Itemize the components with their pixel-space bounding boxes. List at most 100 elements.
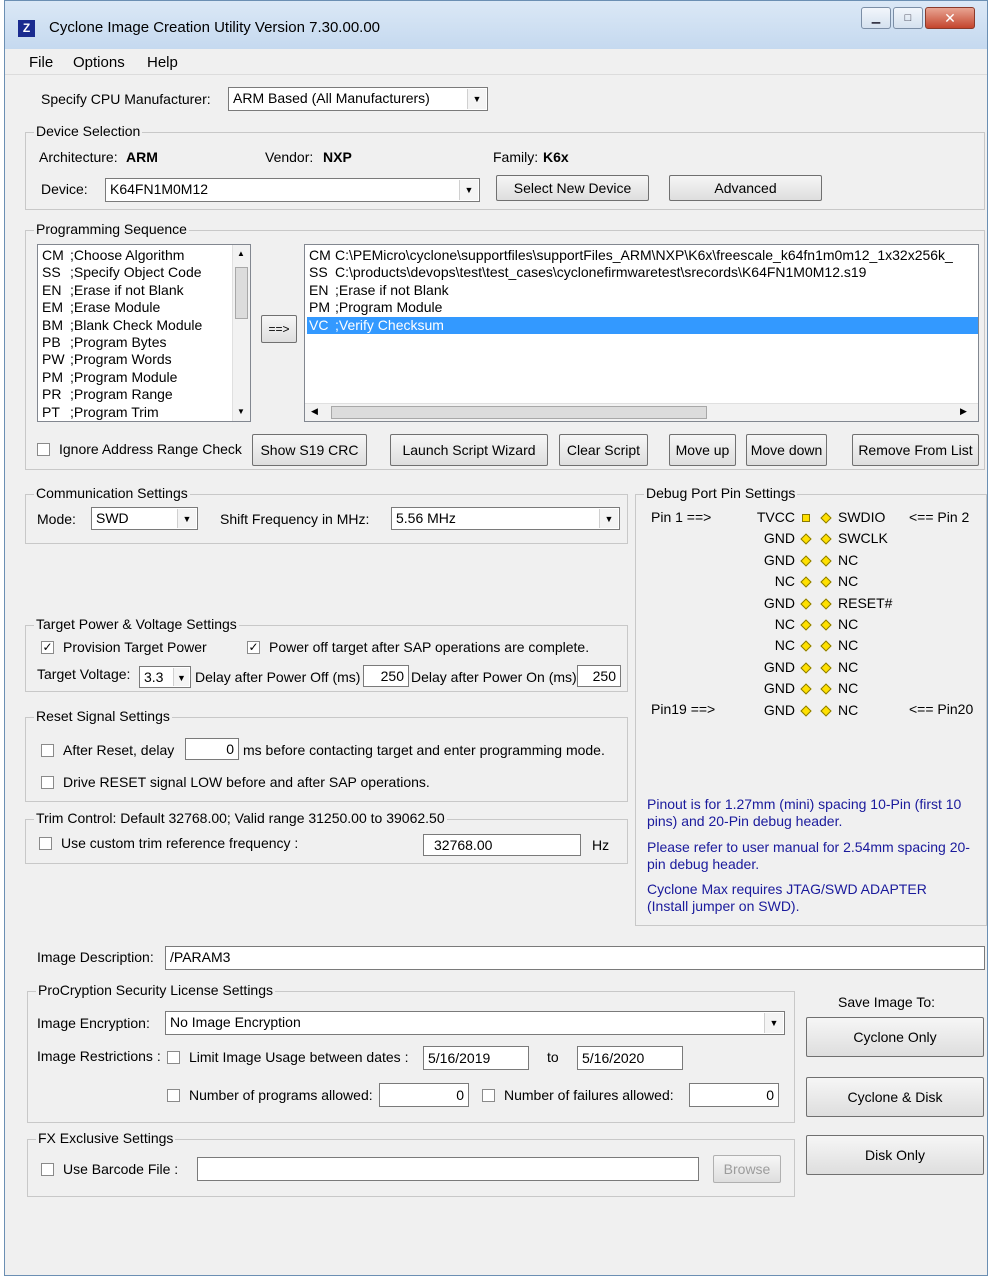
command-code: PW	[42, 351, 65, 368]
provision-power-checkbox[interactable]: ✓	[41, 641, 54, 654]
command-desc: ;Specify Object Code	[70, 264, 202, 281]
available-command-item[interactable]: EN ;Erase if not Blank	[42, 282, 184, 299]
after-reset-suffix: ms before contacting target and enter pr…	[243, 742, 605, 758]
menu-options[interactable]: Options	[73, 54, 125, 71]
user-manual-note: Please refer to user manual for 2.54mm s…	[647, 839, 970, 872]
limit-usage-checkbox[interactable]	[167, 1051, 180, 1064]
script-code: EN	[309, 281, 329, 298]
minimize-icon: ▁	[871, 12, 881, 24]
menu-file[interactable]: File	[29, 54, 53, 71]
script-command-item[interactable]: SS C:\products\devops\test\test_cases\cyc…	[309, 264, 866, 281]
show-s19-crc-button[interactable]: Show S19 CRC	[252, 434, 367, 466]
delay-off-field[interactable]: 250	[363, 665, 409, 687]
maximize-button[interactable]: □	[893, 7, 923, 29]
pin-right-label: NC	[838, 658, 859, 675]
move-down-button[interactable]: Move down	[746, 434, 827, 466]
trim-frequency-field[interactable]: 32768.00	[423, 834, 581, 856]
browse-button[interactable]: Browse	[713, 1155, 781, 1183]
target-voltage-select[interactable]: 3.3 ▼	[139, 666, 191, 688]
available-command-item[interactable]: PT ;Program Trim	[42, 404, 159, 421]
command-code: PB	[42, 334, 61, 350]
available-list-scrollbar[interactable]: ▲ ▼	[232, 245, 250, 421]
script-list-hscrollbar[interactable]: ◀ ▶	[305, 403, 978, 421]
mode-select[interactable]: SWD ▼	[91, 507, 198, 530]
cpu-manufacturer-select[interactable]: ARM Based (All Manufacturers) ▼	[228, 87, 488, 111]
barcode-checkbox[interactable]	[41, 1163, 54, 1176]
date-to-field[interactable]: 5/16/2020	[577, 1046, 683, 1070]
pin-right-label: SWDIO	[838, 509, 886, 525]
select-new-device-button[interactable]: Select New Device	[496, 175, 649, 201]
script-command-item[interactable]: CM C:\PEMicro\cyclone\supportfiles\suppor…	[309, 247, 953, 264]
scroll-left-icon: ◀	[311, 406, 318, 416]
pin-left-label: GND	[763, 530, 795, 547]
add-command-button[interactable]: ==>	[261, 315, 297, 343]
available-command-item[interactable]: BM ;Blank Check Module	[42, 317, 202, 334]
delay-on-label: Delay after Power On (ms)	[411, 669, 577, 685]
cyclone-only-button[interactable]: Cyclone Only	[806, 1017, 984, 1057]
programming-sequence-title: Programming Sequence	[34, 221, 189, 237]
main-window: Z Cyclone Image Creation Utility Version…	[4, 0, 988, 1276]
pin-right-label: NC	[838, 680, 859, 697]
barcode-file-field[interactable]	[197, 1157, 699, 1181]
shift-frequency-select[interactable]: 5.56 MHz ▼	[391, 507, 620, 530]
drive-reset-label: Drive RESET signal LOW before and after …	[63, 774, 430, 790]
title-bar[interactable]: Z Cyclone Image Creation Utility Version…	[5, 1, 987, 49]
available-command-item[interactable]: PW ;Program Words	[42, 351, 172, 368]
scroll-thumb[interactable]	[235, 267, 248, 319]
script-command-item[interactable]: PM ;Program Module	[309, 299, 442, 316]
date-to-label: to	[547, 1049, 559, 1065]
available-command-item[interactable]: PR ;Program Range	[42, 386, 173, 403]
available-command-item[interactable]: PM ;Program Module	[42, 369, 177, 386]
target-power-title: Target Power & Voltage Settings	[34, 616, 239, 632]
after-reset-checkbox[interactable]	[41, 744, 54, 757]
ignore-address-checkbox[interactable]	[37, 443, 50, 456]
menu-help[interactable]: Help	[147, 54, 178, 71]
image-encryption-select[interactable]: No Image Encryption ▼	[165, 1011, 785, 1035]
num-failures-field[interactable]: 0	[689, 1083, 779, 1107]
chevron-down-icon: ▼	[177, 509, 196, 528]
power-off-checkbox[interactable]: ✓	[247, 641, 260, 654]
mode-label: Mode:	[37, 511, 76, 527]
command-desc: ;Program Range	[70, 386, 173, 403]
command-code: EM	[42, 299, 63, 316]
available-command-item[interactable]: SS ;Specify Object Code	[42, 264, 202, 281]
script-command-item[interactable]: EN ;Erase if not Blank	[309, 282, 449, 299]
clear-script-button[interactable]: Clear Script	[559, 434, 648, 466]
launch-script-wizard-button[interactable]: Launch Script Wizard	[390, 434, 548, 466]
script-list[interactable]: CM C:\PEMicro\cyclone\supportfiles\suppor…	[304, 244, 979, 422]
limit-usage-label: Limit Image Usage between dates :	[189, 1049, 409, 1065]
hscroll-thumb[interactable]	[331, 406, 707, 419]
num-failures-checkbox[interactable]	[482, 1089, 495, 1102]
advanced-button[interactable]: Advanced	[669, 175, 822, 201]
close-button[interactable]: ✕	[925, 7, 975, 29]
pin20-label: <== Pin20	[909, 701, 974, 717]
num-programs-checkbox[interactable]	[167, 1089, 180, 1102]
script-command-item[interactable]: VC ;Verify Checksum	[307, 316, 978, 334]
chevron-down-icon: ▼	[173, 668, 189, 686]
available-commands-list[interactable]: CM ;Choose Algorithm SS ;Specify Object Cod…	[37, 244, 251, 422]
date-from-field[interactable]: 5/16/2019	[423, 1046, 529, 1070]
vendor-label: Vendor:	[265, 149, 314, 165]
image-encryption-value: No Image Encryption	[170, 1014, 301, 1030]
script-code: SS	[309, 264, 328, 281]
script-desc: ;Program Module	[335, 299, 443, 316]
available-command-item[interactable]: EM ;Erase Module	[42, 299, 160, 316]
delay-on-field[interactable]: 250	[577, 665, 621, 687]
remove-from-list-button[interactable]: Remove From List	[852, 434, 979, 466]
move-up-button[interactable]: Move up	[669, 434, 736, 466]
num-programs-field[interactable]: 0	[379, 1083, 469, 1107]
drive-reset-checkbox[interactable]	[41, 776, 54, 789]
available-command-item[interactable]: PB ;Program Bytes	[42, 334, 166, 351]
image-encryption-label: Image Encryption:	[37, 1015, 150, 1031]
cyclone-and-disk-button[interactable]: Cyclone & Disk	[806, 1077, 984, 1117]
disk-only-button[interactable]: Disk Only	[806, 1135, 984, 1175]
minimize-button[interactable]: ▁	[861, 7, 891, 29]
pin-left-label: NC	[774, 573, 795, 590]
pin-right-label: NC	[838, 637, 859, 654]
family-label: Family:	[493, 149, 539, 165]
available-command-item[interactable]: CM ;Choose Algorithm	[42, 247, 184, 264]
custom-trim-checkbox[interactable]	[39, 837, 52, 850]
device-select[interactable]: K64FN1M0M12 ▼	[105, 178, 480, 202]
image-description-field[interactable]: /PARAM3	[165, 946, 985, 970]
after-reset-delay-field[interactable]: 0	[185, 738, 239, 760]
